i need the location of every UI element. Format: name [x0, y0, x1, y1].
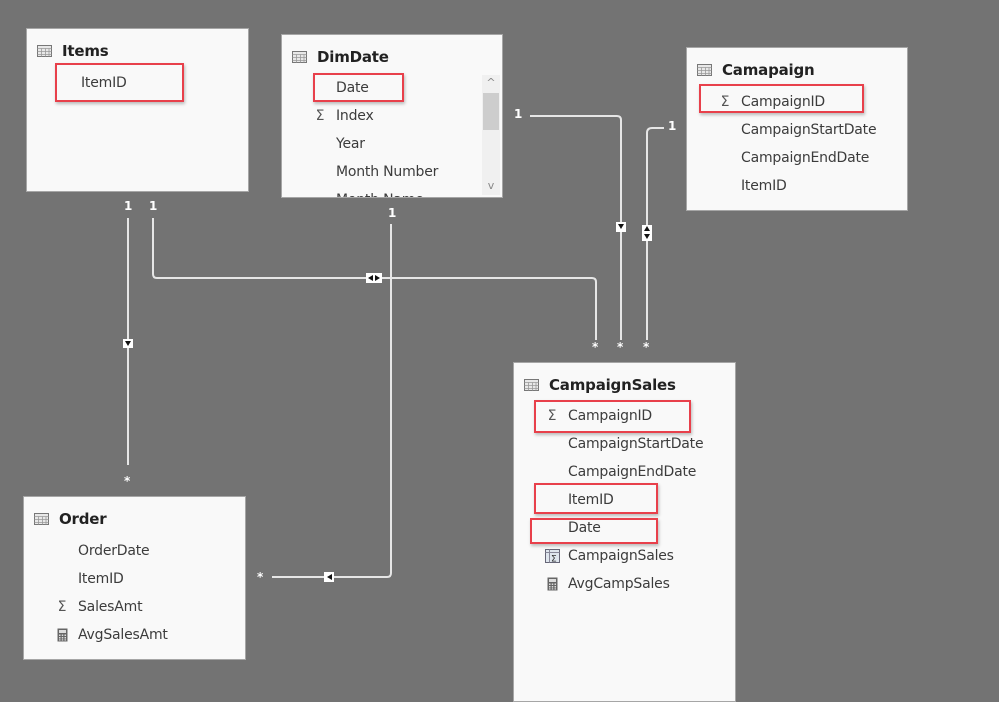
filter-arrow-icon: [616, 222, 626, 232]
table-header[interactable]: CampaignSales: [524, 375, 676, 395]
cardinality-one: 1: [668, 119, 677, 133]
filter-both-arrow-icon: [642, 225, 652, 241]
table-icon: [292, 51, 307, 63]
cardinality-many: *: [617, 340, 624, 354]
table-card-campaignsales[interactable]: CampaignSales Σ CampaignID CampaignStart…: [513, 362, 736, 702]
field-label: CampaignID: [568, 408, 653, 424]
table-card-items[interactable]: Items ItemID: [26, 28, 249, 192]
field-label: AvgCampSales: [568, 576, 670, 592]
field-label: Date: [336, 80, 369, 96]
table-header[interactable]: DimDate: [292, 47, 389, 67]
field-label: CampaignStartDate: [568, 436, 704, 452]
filter-arrow-icon: [123, 339, 133, 348]
scroll-thumb[interactable]: [483, 93, 499, 130]
field-label: Month Name: [336, 192, 424, 197]
scrollbar[interactable]: ^ v: [482, 75, 500, 195]
table-card-dimdate[interactable]: DimDate Date Σ Index Year Month Number M…: [281, 34, 503, 198]
table-title: Items: [62, 42, 109, 60]
table-title: CampaignSales: [549, 376, 676, 394]
field-label: CampaignEndDate: [741, 150, 870, 166]
table-card-campaign[interactable]: Camapaign Σ CampaignID CampaignStartDate…: [686, 47, 908, 211]
field-label: CampaignID: [741, 94, 826, 110]
field-label: ItemID: [81, 75, 127, 91]
field-label: CampaignEndDate: [568, 464, 697, 480]
table-header[interactable]: Items: [37, 41, 109, 61]
table-header[interactable]: Order: [34, 509, 107, 529]
sigma-icon: Σ: [315, 108, 325, 124]
field-label: SalesAmt: [78, 599, 143, 615]
table-header[interactable]: Camapaign: [697, 60, 815, 80]
calculator-icon: [544, 576, 560, 592]
table-title: Order: [59, 510, 107, 528]
cardinality-many: *: [257, 570, 264, 584]
field-label: Year: [336, 136, 365, 152]
scroll-up-icon[interactable]: ^: [482, 76, 500, 90]
table-title: DimDate: [317, 48, 389, 66]
cardinality-one: 1: [149, 199, 158, 213]
table-icon: [697, 64, 712, 76]
cardinality-many: *: [124, 474, 131, 488]
rel-line-dimdate-campaignsales[interactable]: [530, 115, 622, 340]
svg-text:Σ: Σ: [551, 555, 557, 564]
field-label: Month Number: [336, 164, 439, 180]
field-label: CampaignSales: [568, 548, 674, 564]
field-label: Index: [336, 108, 374, 124]
field-label: AvgSalesAmt: [78, 627, 168, 643]
filter-arrow-icon: [324, 572, 334, 582]
table-title: Camapaign: [722, 61, 815, 79]
table-icon: [37, 45, 52, 57]
cardinality-one: 1: [388, 206, 397, 220]
sigma-table-icon: Σ: [544, 548, 560, 564]
sigma-icon: Σ: [57, 599, 67, 615]
field-label: ItemID: [741, 178, 787, 194]
sigma-icon: Σ: [547, 408, 557, 424]
table-icon: [524, 379, 539, 391]
cardinality-many: *: [643, 340, 650, 354]
filter-both-arrow-icon: [366, 273, 382, 283]
field-label: Date: [568, 520, 601, 536]
field-label: ItemID: [78, 571, 124, 587]
sigma-icon: Σ: [720, 94, 730, 110]
scroll-down-icon[interactable]: v: [482, 179, 500, 193]
field-label: OrderDate: [78, 543, 150, 559]
table-card-order[interactable]: Order OrderDate ItemID Σ SalesAmt AvgSal…: [23, 496, 246, 660]
field-label: CampaignStartDate: [741, 122, 877, 138]
calculator-icon: [54, 627, 70, 643]
field-label: ItemID: [568, 492, 614, 508]
cardinality-one: 1: [514, 107, 523, 121]
cardinality-many: *: [592, 340, 599, 354]
table-icon: [34, 513, 49, 525]
cardinality-one: 1: [124, 199, 133, 213]
